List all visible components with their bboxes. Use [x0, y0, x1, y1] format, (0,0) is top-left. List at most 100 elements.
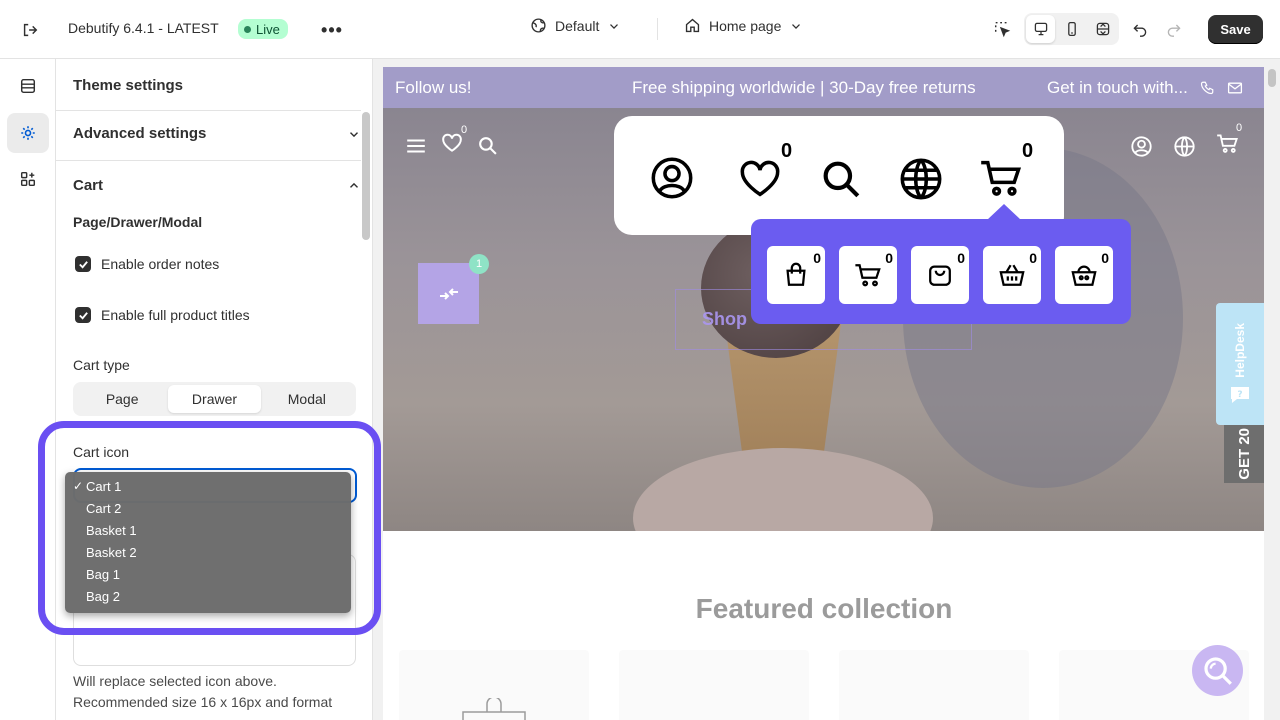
- desktop-view-button[interactable]: [1026, 15, 1055, 43]
- phone-icon[interactable]: [1200, 80, 1215, 95]
- cart-icon: [855, 264, 881, 287]
- header-right-icons: 0: [1130, 122, 1242, 160]
- checkmark-icon: ✓: [73, 479, 84, 493]
- bag-2-icon: [929, 265, 951, 286]
- announcement-follow[interactable]: Follow us!: [395, 78, 472, 98]
- dropdown-option-basket-1[interactable]: Basket 1: [65, 519, 351, 541]
- more-actions-button[interactable]: •••: [320, 18, 344, 42]
- desktop-icon: [1034, 22, 1047, 36]
- help-text: Will replace selected icon above. Recomm…: [73, 671, 356, 713]
- help-text-line-2: Recommended size 16 x 16px and format: [73, 694, 333, 710]
- save-button[interactable]: Save: [1208, 15, 1263, 44]
- page-selector[interactable]: Home page: [684, 17, 803, 34]
- divider: [56, 160, 361, 161]
- apps-icon: [20, 171, 36, 187]
- order-notes-checkbox[interactable]: [75, 256, 91, 272]
- subsection-title: Page/Drawer/Modal: [73, 214, 203, 230]
- cart-icon: [1217, 134, 1238, 153]
- dropdown-option-bag-1[interactable]: Bag 1: [65, 563, 351, 585]
- cart-type-page[interactable]: Page: [76, 385, 168, 413]
- undo-icon: [1133, 24, 1147, 37]
- promo-label: GET 20: [1235, 428, 1253, 480]
- advanced-settings-header[interactable]: Advanced settings: [73, 125, 361, 142]
- cart-section-header[interactable]: Cart: [73, 177, 361, 194]
- live-badge: Live: [238, 19, 288, 39]
- home-icon: [685, 18, 700, 33]
- header-cart-link[interactable]: 0: [1216, 122, 1242, 160]
- heart-icon: [442, 133, 462, 152]
- page-selector-label: Home page: [709, 17, 782, 34]
- helpdesk-tab[interactable]: HelpDesk ?: [1216, 303, 1264, 425]
- checkmark-icon: [78, 311, 88, 320]
- topbar-divider: [657, 18, 658, 40]
- basket-2-icon: [1071, 265, 1097, 286]
- search-fab-button[interactable]: [1192, 645, 1243, 696]
- header-left-icons: 0: [405, 124, 498, 159]
- variant-count: 0: [957, 250, 965, 266]
- cart-type-modal[interactable]: Modal: [261, 385, 353, 413]
- option-label: Basket 1: [86, 522, 137, 538]
- order-notes-label: Enable order notes: [101, 256, 220, 272]
- panel-title: Theme settings: [73, 77, 184, 94]
- chevron-down-icon: [610, 23, 619, 29]
- globe-icon[interactable]: [1173, 135, 1196, 158]
- panel-scrollbar[interactable]: [362, 112, 370, 240]
- redo-button[interactable]: [1162, 17, 1186, 41]
- cart-type-drawer[interactable]: Drawer: [168, 385, 261, 413]
- search-icon[interactable]: [477, 135, 498, 156]
- mail-icon[interactable]: [1227, 80, 1243, 96]
- undo-button[interactable]: [1128, 17, 1152, 41]
- variant-count: 0: [813, 250, 821, 266]
- viewport-toggle: [1024, 13, 1119, 45]
- announcement-contact-label[interactable]: Get in touch with...: [1047, 78, 1188, 98]
- mobile-view-button[interactable]: [1057, 15, 1086, 43]
- fullscreen-view-button[interactable]: [1088, 15, 1117, 43]
- popover-arrow: [987, 204, 1021, 220]
- order-notes-checkbox-row[interactable]: Enable order notes: [75, 256, 219, 272]
- full-titles-checkbox-row[interactable]: Enable full product titles: [75, 307, 250, 323]
- exit-button[interactable]: [18, 18, 42, 42]
- theme-style-selector[interactable]: Default: [530, 17, 621, 34]
- menu-icon[interactable]: [405, 135, 427, 157]
- dropdown-option-cart-2[interactable]: Cart 2: [65, 497, 351, 519]
- cart-icon: [981, 160, 1022, 196]
- featured-collection-title: Featured collection: [695, 593, 953, 624]
- announcement-contact: Get in touch with...: [1047, 78, 1243, 98]
- account-icon[interactable]: [1130, 135, 1153, 158]
- option-label: Cart 2: [86, 500, 122, 516]
- promo-tab[interactable]: GET 20: [1224, 425, 1264, 483]
- top-bar: Debutify 6.4.1 - LATEST Live ••• Default…: [0, 0, 1280, 59]
- dropdown-option-basket-2[interactable]: Basket 2: [65, 541, 351, 563]
- rail-sections-button[interactable]: [7, 66, 49, 106]
- rail-theme-settings-button[interactable]: [7, 113, 49, 153]
- search-icon: [1203, 656, 1232, 685]
- option-label: Bag 1: [86, 566, 120, 582]
- theme-style-label: Default: [555, 17, 600, 34]
- dropdown-option-cart-1[interactable]: ✓ Cart 1: [65, 475, 351, 497]
- product-card[interactable]: [839, 650, 1029, 720]
- live-badge-label: Live: [256, 21, 280, 37]
- hand-image: [633, 448, 933, 531]
- wishlist-link[interactable]: 0: [441, 124, 467, 159]
- variant-tile-basket: 0: [983, 246, 1041, 304]
- heart-icon: [740, 160, 780, 197]
- checkmark-icon: [78, 260, 88, 269]
- bag-icon: [462, 698, 526, 720]
- dropdown-option-bag-2[interactable]: Bag 2: [65, 585, 351, 607]
- inspector-button[interactable]: [990, 17, 1014, 41]
- preview-scrollbar[interactable]: [1264, 67, 1280, 720]
- chevron-down-icon: [350, 131, 358, 137]
- cart-section-label: Cart: [73, 177, 104, 194]
- globe-icon: [900, 158, 942, 200]
- product-card[interactable]: [619, 650, 809, 720]
- preview-scrollbar-thumb[interactable]: [1268, 69, 1276, 87]
- divider: [56, 110, 361, 111]
- full-titles-checkbox[interactable]: [75, 307, 91, 323]
- rail-apps-button[interactable]: [7, 159, 49, 199]
- compare-button[interactable]: [418, 263, 479, 324]
- advanced-settings-label: Advanced settings: [73, 125, 207, 142]
- product-card[interactable]: [399, 650, 589, 720]
- chat-icon: ?: [1231, 387, 1249, 404]
- full-titles-label: Enable full product titles: [101, 307, 250, 323]
- variant-tile-bag-2: 0: [911, 246, 969, 304]
